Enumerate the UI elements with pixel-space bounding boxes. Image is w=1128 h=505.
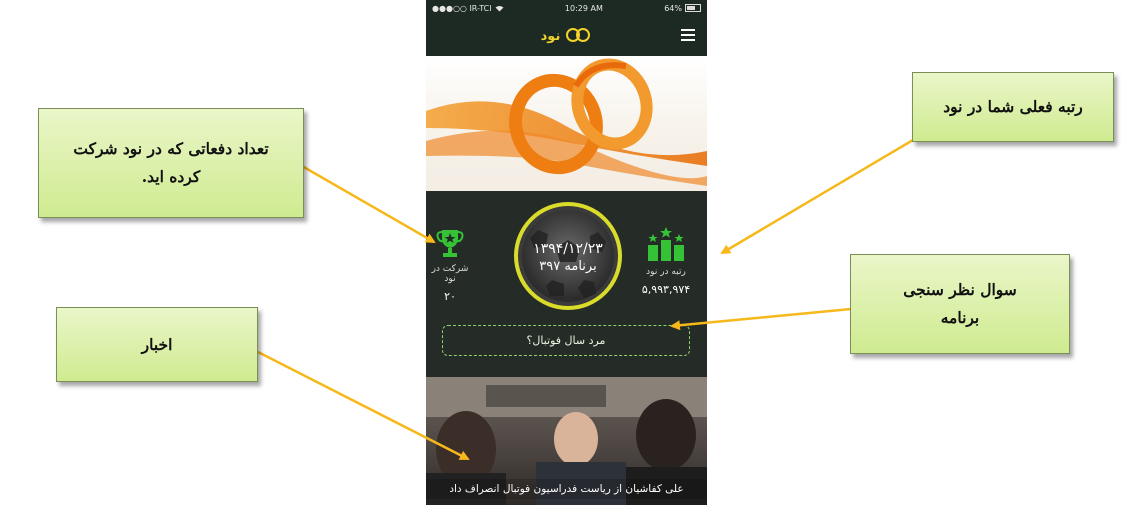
- callout-participation-text: تعداد دفعاتی که در نود شرکت کرده اید.: [73, 139, 269, 186]
- logo-text: نود: [540, 28, 561, 44]
- carrier-signal: ●●●○○ IR-TCI: [432, 4, 504, 13]
- callout-poll: سوال نظر سنجی برنامه: [850, 254, 1070, 354]
- banner-90-logo-art: [426, 58, 707, 186]
- wifi-icon: [495, 5, 504, 11]
- current-program-ball[interactable]: ۱۳۹۴/۱۲/۲۳ برنامه ۳۹۷: [514, 202, 622, 310]
- app-logo: نود: [541, 28, 593, 44]
- battery-percent: 64%: [664, 3, 682, 13]
- rank-label: رتبه در نود: [646, 267, 686, 277]
- ranking-podium-icon: [648, 227, 684, 261]
- stats-panel: شرکت در نود ۲۰ ۱۳۹۴/۱۲/۲۳ برنامه ۳۹۷ رتب…: [426, 191, 707, 377]
- participation-arrow: [301, 164, 436, 244]
- program-info: ۱۳۹۴/۱۲/۲۳ برنامه ۳۹۷: [518, 240, 618, 276]
- program-date: ۱۳۹۴/۱۲/۲۳: [533, 241, 603, 257]
- clock: 10:29 AM: [564, 3, 603, 13]
- carrier-text: ●●●○○ IR-TCI: [432, 3, 492, 13]
- battery-indicator: 64%: [664, 4, 701, 13]
- callout-news: اخبار: [56, 307, 258, 382]
- status-bar: ●●●○○ IR-TCI 10:29 AM 64%: [426, 0, 707, 16]
- logo-rings-icon: [566, 28, 592, 44]
- callout-poll-text: سوال نظر سنجی برنامه: [903, 280, 1017, 327]
- callout-rank-text: رتبه فعلی شما در نود: [943, 97, 1083, 116]
- rank-value: ۵,۹۹۳,۹۷۴: [641, 283, 691, 296]
- poll-question-button[interactable]: مرد سال فوتبال؟: [442, 325, 690, 356]
- app-header: نود: [426, 16, 707, 56]
- battery-icon: [684, 4, 701, 12]
- participation-stat[interactable]: شرکت در نود ۲۰: [426, 228, 474, 303]
- callout-news-text: اخبار: [141, 334, 173, 354]
- callout-rank: رتبه فعلی شما در نود: [912, 72, 1114, 142]
- rank-arrow: [720, 138, 914, 255]
- news-card[interactable]: علی کفاشیان از ریاست فدراسیون فوتبال انص…: [426, 377, 707, 505]
- program-number: برنامه ۳۹۷: [539, 259, 597, 274]
- hamburger-menu-icon[interactable]: [681, 29, 695, 41]
- phone-screen: ●●●○○ IR-TCI 10:29 AM 64% نود شرکت در نو…: [426, 0, 707, 505]
- trophy-icon: [436, 230, 464, 257]
- callout-participation: تعداد دفعاتی که در نود شرکت کرده اید.: [38, 108, 304, 218]
- show-banner[interactable]: [426, 56, 707, 191]
- participation-value: ۲۰: [444, 290, 456, 303]
- rank-stat[interactable]: رتبه در نود ۵,۹۹۳,۹۷۴: [626, 227, 706, 296]
- news-headline[interactable]: علی کفاشیان از ریاست فدراسیون فوتبال انص…: [426, 479, 707, 499]
- participation-label: شرکت در نود: [431, 264, 469, 284]
